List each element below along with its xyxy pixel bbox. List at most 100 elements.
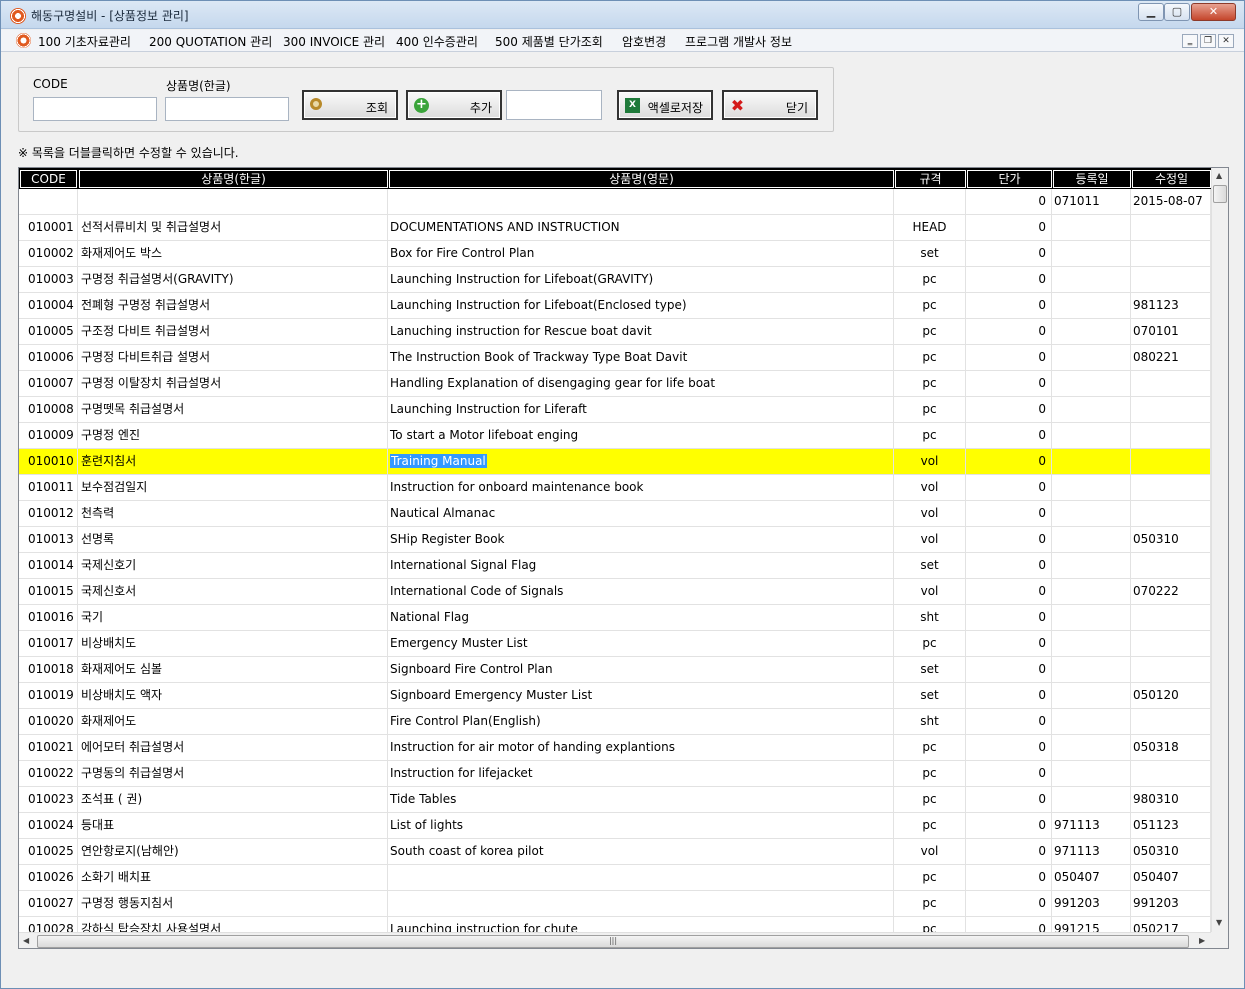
- cell-name-en[interactable]: Instruction for lifejacket: [388, 761, 894, 786]
- cell-name-en[interactable]: [388, 189, 894, 214]
- vertical-scroll-thumb[interactable]: [1213, 185, 1227, 203]
- cell-code[interactable]: 010014: [19, 553, 78, 578]
- cell-name-en[interactable]: International Code of Signals: [388, 579, 894, 604]
- cell-code[interactable]: 010019: [19, 683, 78, 708]
- excel-save-button[interactable]: X 액셀로저장: [617, 90, 713, 120]
- scroll-up-icon[interactable]: ▲: [1216, 171, 1222, 180]
- cell-price[interactable]: 0: [966, 215, 1052, 240]
- cell-modified[interactable]: [1131, 709, 1211, 734]
- vertical-scrollbar[interactable]: ▲ ▼: [1211, 168, 1228, 932]
- cell-name-kr[interactable]: 국제신호기: [78, 553, 388, 578]
- cell-name-kr[interactable]: 구명정 엔진: [78, 423, 388, 448]
- cell-spec[interactable]: pc: [894, 735, 966, 760]
- cell-code[interactable]: 010006: [19, 345, 78, 370]
- name-input[interactable]: [165, 97, 289, 121]
- cell-modified[interactable]: [1131, 241, 1211, 266]
- cell-name-en[interactable]: DOCUMENTATIONS AND INSTRUCTION: [388, 215, 894, 240]
- cell-code[interactable]: 010021: [19, 735, 78, 760]
- table-row[interactable]: 010005 구조정 다비트 취급설명서 Lanuching instruction…: [19, 319, 1211, 345]
- cell-name-kr[interactable]: 보수점검일지: [78, 475, 388, 500]
- cell-price[interactable]: 0: [966, 865, 1052, 890]
- cell-spec[interactable]: vol: [894, 839, 966, 864]
- cell-modified[interactable]: 050318: [1131, 735, 1211, 760]
- lifebuoy-menu-icon[interactable]: [16, 33, 31, 48]
- cell-modified[interactable]: [1131, 631, 1211, 656]
- cell-name-kr[interactable]: 구명정 다비트취급 설명서: [78, 345, 388, 370]
- table-row[interactable]: 010021 에어모터 취급설명서 Instruction for air moto…: [19, 735, 1211, 761]
- cell-name-kr[interactable]: [78, 189, 388, 214]
- cell-registered[interactable]: [1052, 683, 1131, 708]
- col-header-price[interactable]: 단가: [967, 170, 1052, 188]
- cell-spec[interactable]: set: [894, 683, 966, 708]
- cell-price[interactable]: 0: [966, 683, 1052, 708]
- menu-developer-info[interactable]: 프로그램 개발사 정보: [685, 33, 792, 50]
- cell-registered[interactable]: [1052, 475, 1131, 500]
- cell-name-kr[interactable]: 등대표: [78, 813, 388, 838]
- cell-name-en[interactable]: The Instruction Book of Trackway Type Bo…: [388, 345, 894, 370]
- table-row[interactable]: 010002 화재제어도 박스 Box for Fire Control Plan s…: [19, 241, 1211, 267]
- cell-code[interactable]: 010010: [19, 449, 78, 474]
- cell-name-en[interactable]: Instruction for onboard maintenance book: [388, 475, 894, 500]
- cell-price[interactable]: 0: [966, 397, 1052, 422]
- cell-price[interactable]: 0: [966, 423, 1052, 448]
- cell-name-en[interactable]: Nautical Almanac: [388, 501, 894, 526]
- cell-code[interactable]: 010015: [19, 579, 78, 604]
- scroll-right-icon[interactable]: ▶: [1199, 936, 1205, 945]
- cell-modified[interactable]: [1131, 475, 1211, 500]
- cell-name-en[interactable]: International Signal Flag: [388, 553, 894, 578]
- cell-price[interactable]: 0: [966, 761, 1052, 786]
- cell-price[interactable]: 0: [966, 891, 1052, 916]
- cell-registered[interactable]: 050407: [1052, 865, 1131, 890]
- cell-name-kr[interactable]: 소화기 배치표: [78, 865, 388, 890]
- mdi-close-button[interactable]: ✕: [1218, 34, 1234, 48]
- cell-name-en[interactable]: [388, 891, 894, 916]
- table-row[interactable]: 010007 구명정 이탈장치 취급설명서 Handling Explanation…: [19, 371, 1211, 397]
- cell-spec[interactable]: pc: [894, 293, 966, 318]
- cell-registered[interactable]: [1052, 631, 1131, 656]
- cell-name-en[interactable]: South coast of korea pilot: [388, 839, 894, 864]
- cell-name-kr[interactable]: 선적서류비치 및 취급설명서: [78, 215, 388, 240]
- col-header-modified[interactable]: 수정일: [1132, 170, 1211, 188]
- table-row[interactable]: 010024 등대표 List of lights pc 0 971113 051123: [19, 813, 1211, 839]
- menu-price-lookup[interactable]: 500 제품별 단가조회: [495, 33, 603, 50]
- menu-change-password[interactable]: 암호변경: [622, 33, 666, 50]
- cell-modified[interactable]: 050120: [1131, 683, 1211, 708]
- cell-spec[interactable]: [894, 189, 966, 214]
- cell-registered[interactable]: 071011: [1052, 189, 1131, 214]
- cell-registered[interactable]: [1052, 553, 1131, 578]
- cell-name-en[interactable]: Handling Explanation of disengaging gear…: [388, 371, 894, 396]
- cell-name-kr[interactable]: 구명정 행동지침서: [78, 891, 388, 916]
- cell-modified[interactable]: [1131, 371, 1211, 396]
- cell-registered[interactable]: [1052, 761, 1131, 786]
- cell-code[interactable]: [19, 189, 78, 214]
- cell-spec[interactable]: vol: [894, 475, 966, 500]
- cell-name-en[interactable]: SHip Register Book: [388, 527, 894, 552]
- cell-modified[interactable]: 991203: [1131, 891, 1211, 916]
- cell-registered[interactable]: 971113: [1052, 813, 1131, 838]
- cell-spec[interactable]: pc: [894, 761, 966, 786]
- cell-price[interactable]: 0: [966, 319, 1052, 344]
- cell-registered[interactable]: [1052, 787, 1131, 812]
- search-button[interactable]: 조회: [302, 90, 398, 120]
- cell-code[interactable]: 010017: [19, 631, 78, 656]
- cell-name-kr[interactable]: 구명동의 취급설명서: [78, 761, 388, 786]
- table-row-selected[interactable]: 010010 훈련지침서 Training Manual vol 0: [19, 449, 1211, 475]
- maximize-button[interactable]: ▢: [1164, 3, 1190, 21]
- menu-invoice[interactable]: 300 INVOICE 관리: [283, 33, 385, 50]
- cell-modified[interactable]: 051123: [1131, 813, 1211, 838]
- cell-name-en[interactable]: Launching Instruction for Lifeboat(Enclo…: [388, 293, 894, 318]
- cell-price[interactable]: 0: [966, 475, 1052, 500]
- cell-code[interactable]: 010004: [19, 293, 78, 318]
- cell-code[interactable]: 010013: [19, 527, 78, 552]
- cell-modified[interactable]: 080221: [1131, 345, 1211, 370]
- table-row[interactable]: 010006 구명정 다비트취급 설명서 The Instruction Book …: [19, 345, 1211, 371]
- cell-name-en[interactable]: Fire Control Plan(English): [388, 709, 894, 734]
- table-row[interactable]: 010003 구명정 취급설명서(GRAVITY) Launching Instru…: [19, 267, 1211, 293]
- cell-name-en[interactable]: To start a Motor lifeboat enging: [388, 423, 894, 448]
- table-row[interactable]: 0 071011 2015-08-07: [19, 189, 1211, 215]
- horizontal-scroll-thumb[interactable]: |||: [37, 935, 1189, 948]
- menu-quotation[interactable]: 200 QUOTATION 관리: [149, 33, 272, 50]
- cell-price[interactable]: 0: [966, 579, 1052, 604]
- cell-name-kr[interactable]: 국제신호서: [78, 579, 388, 604]
- cell-registered[interactable]: [1052, 345, 1131, 370]
